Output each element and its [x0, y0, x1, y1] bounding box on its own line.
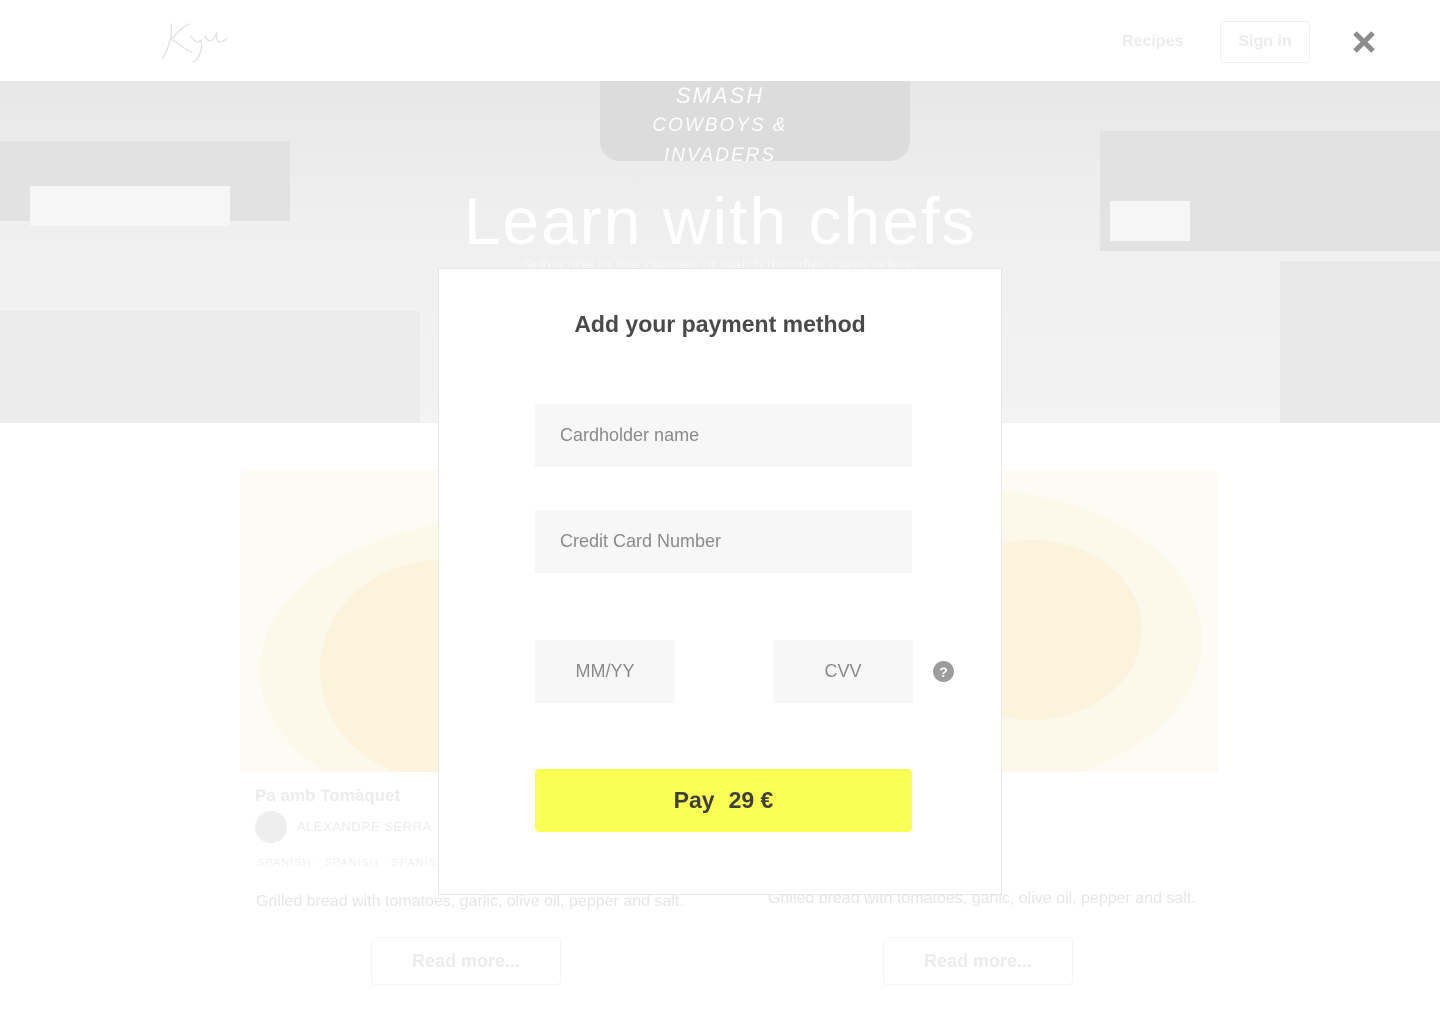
question-circle-icon[interactable]: ?: [933, 661, 954, 682]
nav-recipes-link[interactable]: Recipes: [1122, 33, 1183, 51]
pay-button[interactable]: Pay 29 €: [535, 769, 912, 832]
chef-name[interactable]: ALEXANDRE SERRA: [297, 819, 432, 834]
cardholder-name-input[interactable]: [535, 404, 912, 467]
recipe-card-title[interactable]: Pa amb Tomàquet: [255, 786, 400, 806]
pay-button-amount: 29 €: [728, 787, 774, 813]
sign-in-button[interactable]: Sign in: [1220, 21, 1310, 63]
recipe-card-description: Grilled bread with tomatoes, garlic, oli…: [256, 893, 684, 910]
credit-card-number-input[interactable]: [535, 510, 912, 573]
recipe-tags: SPANISH · SPANISH · SPANISH: [257, 857, 446, 869]
cvv-input[interactable]: [773, 640, 913, 703]
top-navbar: Recipes Sign in: [0, 0, 1440, 81]
hero-sign-line-1: SMASH: [675, 83, 765, 108]
brand-logo[interactable]: [155, 18, 235, 64]
hero-title: Learn with chefs: [463, 184, 977, 258]
close-icon: [1353, 31, 1375, 53]
modal-title: Add your payment method: [574, 311, 866, 337]
read-more-button[interactable]: Read more...: [883, 937, 1073, 985]
pay-button-label: Pay: [673, 787, 715, 813]
hero-sign-text: SMASH COWBOYS & INVADERS: [620, 81, 820, 171]
hero-bg-shape: [0, 311, 420, 423]
chef-avatar: [255, 811, 287, 843]
close-modal-button[interactable]: [1346, 24, 1382, 60]
hero-bg-shape: [1280, 261, 1440, 423]
read-more-button[interactable]: Read more...: [371, 937, 561, 985]
hero-sign-line-2: COWBOYS & INVADERS: [652, 115, 788, 166]
payment-modal: Add your payment method ? Pay 29 €: [438, 268, 1002, 895]
expiry-date-input[interactable]: [535, 640, 675, 703]
